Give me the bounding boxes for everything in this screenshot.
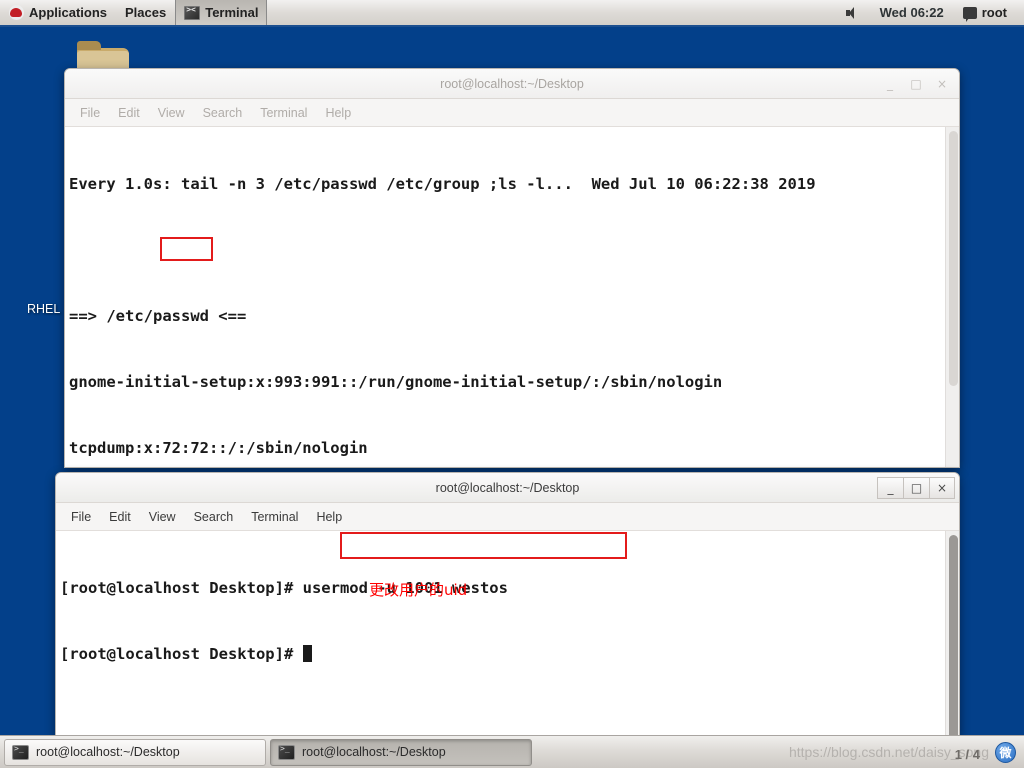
volume-indicator[interactable] [836,0,870,25]
clock[interactable]: Wed 06:22 [870,5,954,20]
minimize-button-front[interactable]: _ [877,476,903,499]
user-menu[interactable]: root [954,0,1016,25]
places-menu[interactable]: Places [116,0,175,25]
maximize-button-front[interactable]: □ [903,476,929,499]
menu-file-back[interactable]: File [73,103,107,123]
terminal-prompt-line-1: [root@localhost Desktop]# usermod -u 100… [60,577,945,599]
window-title-back: root@localhost:~/Desktop [440,76,584,91]
rhel-desktop-label: RHEL [27,302,61,316]
taskbar-item-1[interactable]: root@localhost:~/Desktop [270,738,532,766]
taskbar-item-label: root@localhost:~/Desktop [302,745,446,759]
scrollbar-back[interactable] [945,127,959,467]
menu-view-back[interactable]: View [151,103,192,123]
taskbar-item-0[interactable]: root@localhost:~/Desktop [4,738,266,766]
menu-edit-front[interactable]: Edit [102,507,138,527]
menu-help-back[interactable]: Help [318,103,358,123]
menubar-back: File Edit View Search Terminal Help [65,99,959,127]
menubar-front: File Edit View Search Terminal Help [56,503,959,531]
shell-prompt-1: [root@localhost Desktop]# [60,579,303,597]
page-indicator: 1 / 4 [954,747,980,762]
window-title-front: root@localhost:~/Desktop [435,480,580,495]
watermark-badge-icon: 微 [995,741,1016,763]
window-buttons-back: _ □ × [877,73,959,95]
user-menu-label: root [981,5,1007,20]
active-app-label: Terminal [205,5,259,20]
desktop-screen: Applications Places Terminal Wed 06:22 r… [0,0,1024,768]
applications-menu[interactable]: Applications [0,0,116,25]
menu-edit-back[interactable]: Edit [111,103,147,123]
annotation-text: 更改用户的uid [369,581,468,599]
terminal-line: tcpdump:x:72:72::/:/sbin/nologin [69,439,368,457]
terminal-output-front: [root@localhost Desktop]# usermod -u 100… [56,531,945,736]
terminal-prompt-line-2: [root@localhost Desktop]# [60,643,945,665]
top-panel-right: Wed 06:22 root [836,0,1024,25]
maximize-button-back[interactable]: □ [903,73,929,95]
scrollbar-thumb-front[interactable] [949,535,958,736]
taskbar-item-label: root@localhost:~/Desktop [36,745,180,759]
shell-prompt-2: [root@localhost Desktop]# [60,645,303,663]
menu-file-front[interactable]: File [64,507,98,527]
terminal-output-back: Every 1.0s: tail -n 3 /etc/passwd /etc/g… [65,127,945,467]
redhat-logo-icon [9,5,24,20]
terminal-window-back[interactable]: root@localhost:~/Desktop _ □ × File Edit… [64,68,960,468]
titlebar-back[interactable]: root@localhost:~/Desktop _ □ × [65,69,959,99]
terminal-icon [278,744,295,760]
close-button-front[interactable]: × [929,476,955,499]
menu-view-front[interactable]: View [142,507,183,527]
user-status-icon [962,6,977,22]
active-app-terminal[interactable]: Terminal [175,0,268,25]
terminal-icon [184,5,201,20]
top-panel: Applications Places Terminal Wed 06:22 r… [0,0,1024,27]
top-panel-left: Applications Places Terminal [0,0,268,25]
terminal-window-front[interactable]: root@localhost:~/Desktop _ □ × File Edit… [55,472,960,737]
terminal-icon [12,744,29,760]
terminal-line: gnome-initial-setup:x:993:991::/run/gnom… [69,373,723,391]
terminal-body-back[interactable]: Every 1.0s: tail -n 3 /etc/passwd /etc/g… [65,127,959,467]
scrollbar-front[interactable] [945,531,959,736]
applications-menu-label: Applications [29,5,108,20]
close-button-back[interactable]: × [929,73,955,95]
terminal-line: ==> /etc/passwd <== [69,307,247,325]
window-buttons-front: _ □ × [877,476,959,499]
taskbar: root@localhost:~/Desktop root@localhost:… [0,735,1024,768]
terminal-line: Every 1.0s: tail -n 3 /etc/passwd /etc/g… [69,175,816,193]
places-menu-label: Places [125,5,167,20]
menu-search-front[interactable]: Search [187,507,241,527]
menu-search-back[interactable]: Search [196,103,250,123]
minimize-button-back[interactable]: _ [877,73,903,95]
menu-terminal-back[interactable]: Terminal [253,103,314,123]
menu-help-front[interactable]: Help [309,507,349,527]
text-cursor [302,645,312,662]
menu-terminal-front[interactable]: Terminal [244,507,305,527]
titlebar-front[interactable]: root@localhost:~/Desktop _ □ × [56,473,959,503]
speaker-icon [845,6,861,20]
terminal-body-front[interactable]: [root@localhost Desktop]# usermod -u 100… [56,531,959,736]
watermark: https://blog.csdn.net/daisy_song 微 [789,741,1022,763]
scrollbar-thumb-back[interactable] [949,131,958,386]
